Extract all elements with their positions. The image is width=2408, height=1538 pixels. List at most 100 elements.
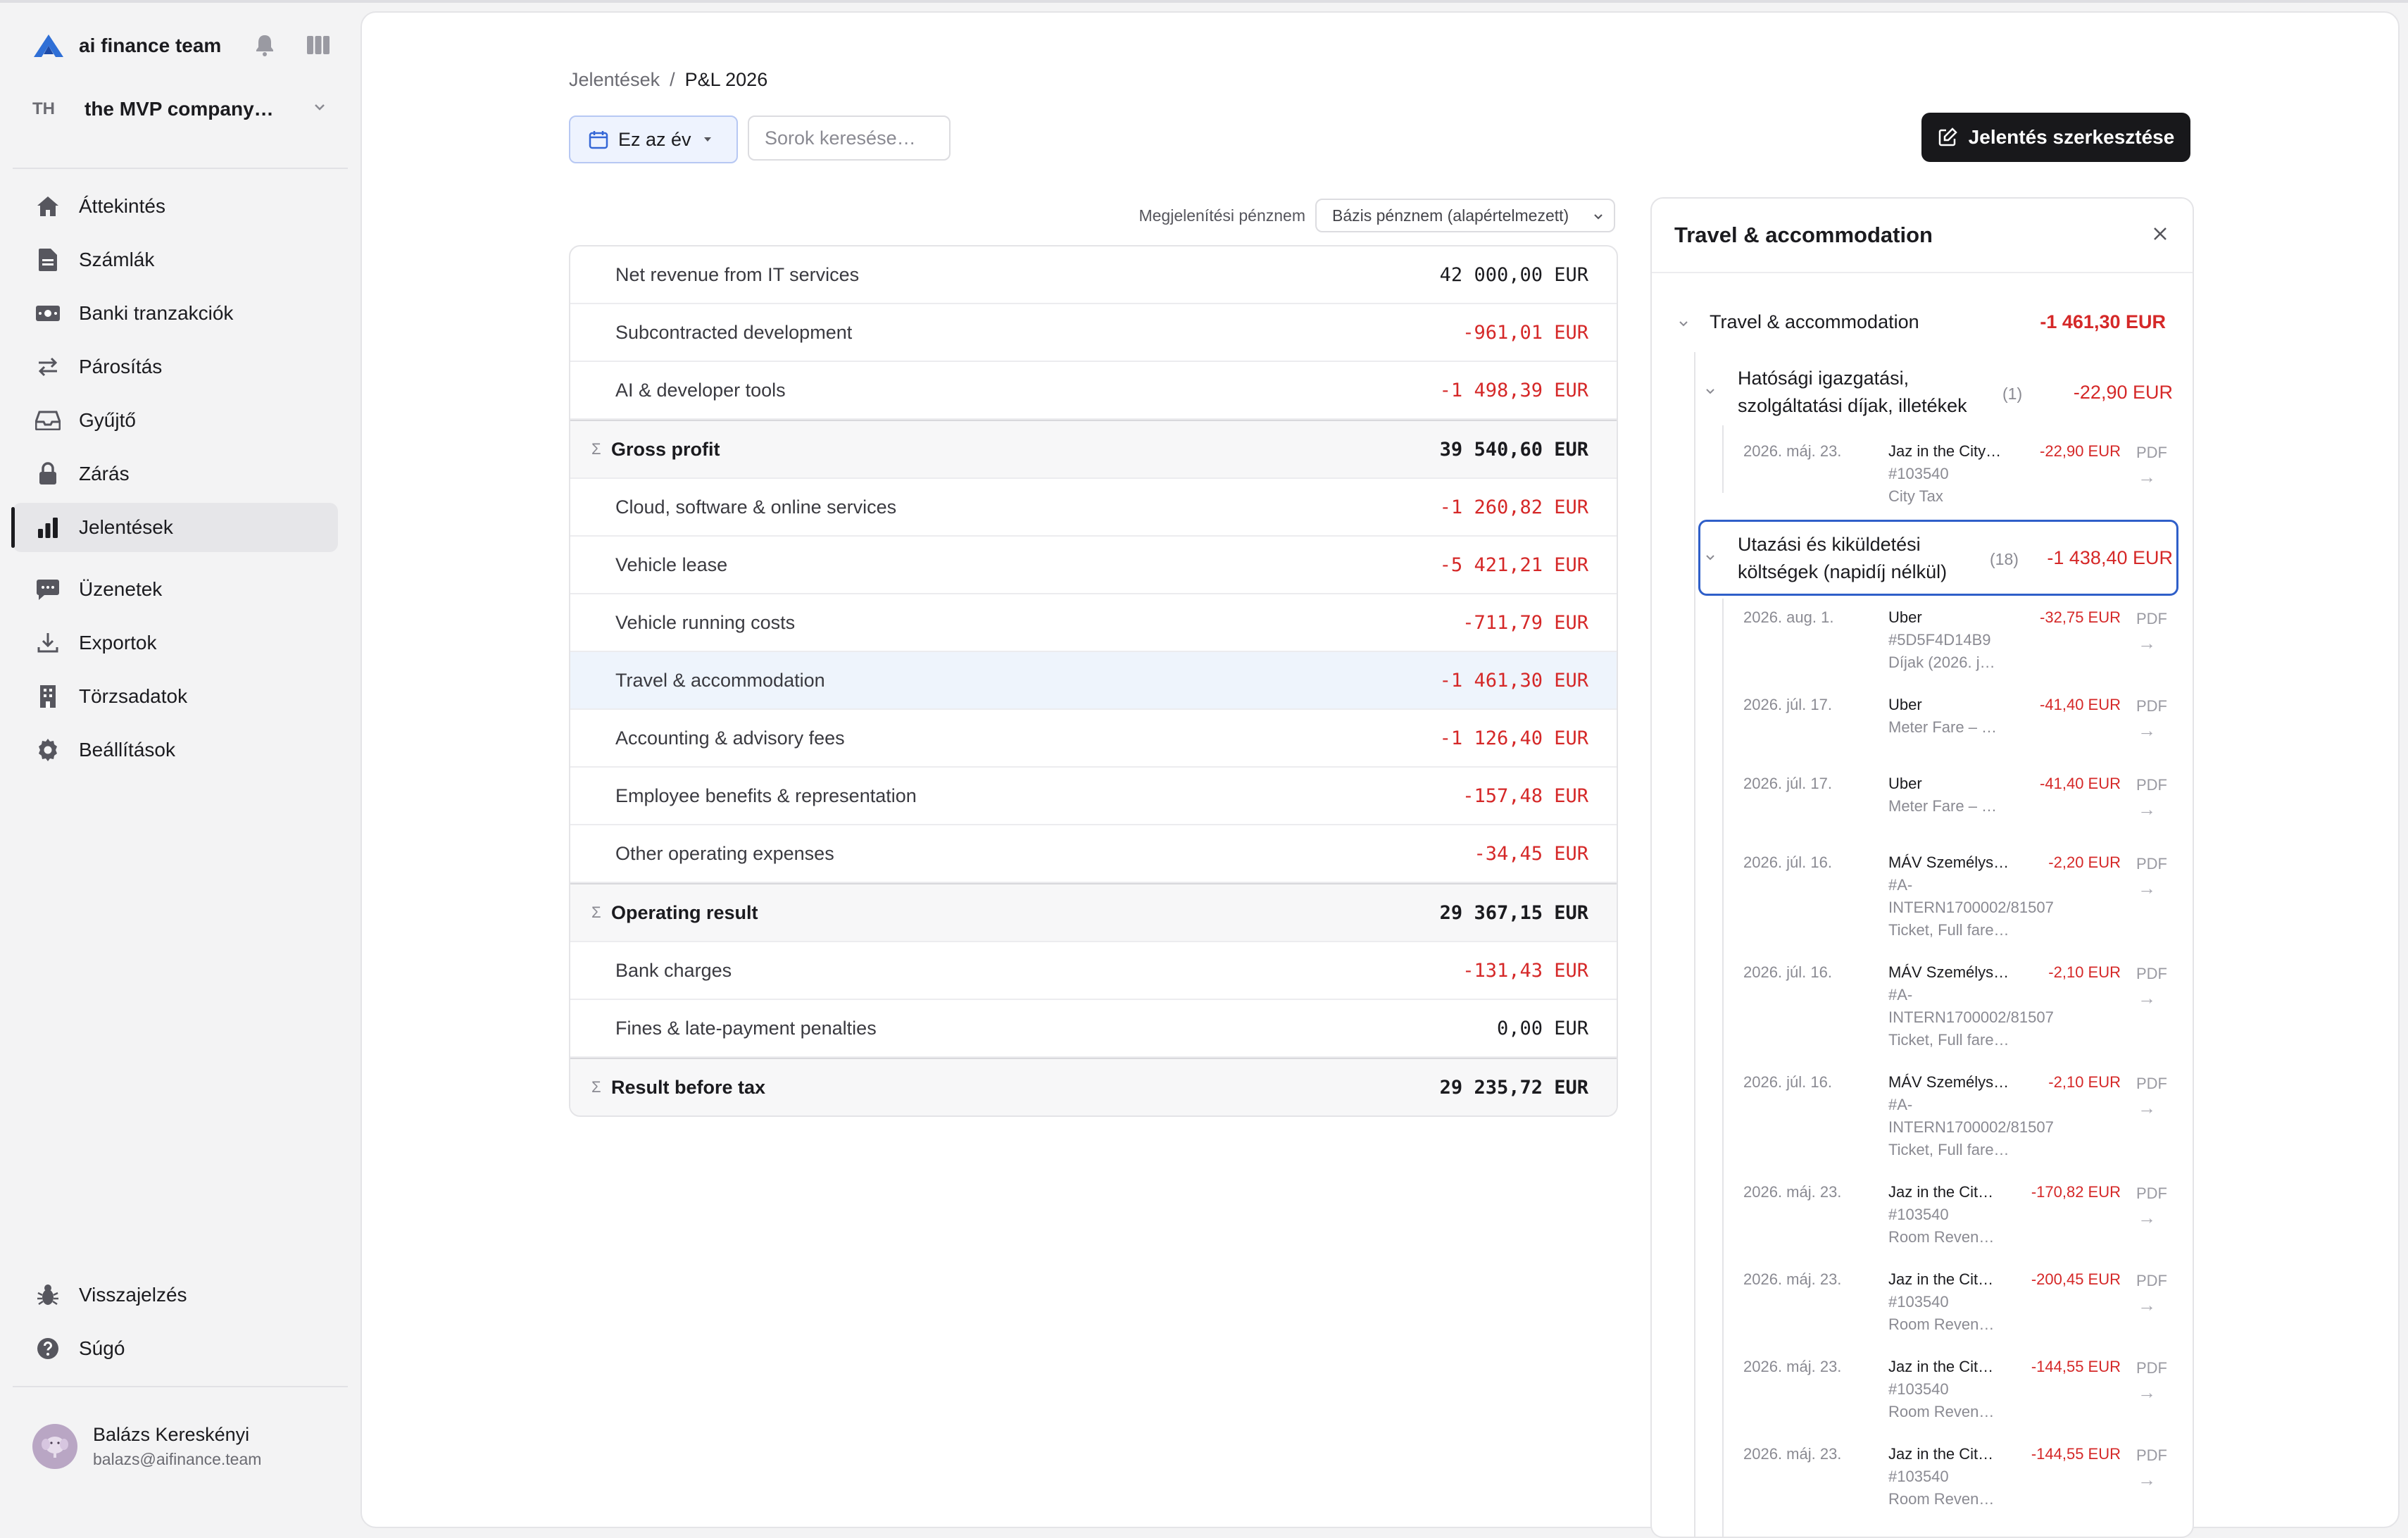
avatar <box>32 1424 77 1469</box>
transaction-detail: Díjak (2026. j… <box>1888 654 1995 671</box>
sigma-icon: Σ <box>591 1078 601 1096</box>
nav-item-zaras[interactable]: Zárás <box>13 449 338 499</box>
pdf-link[interactable]: PDF <box>2136 1359 2167 1377</box>
pl-row[interactable]: Subcontracted development -961,01 EUR <box>570 304 1617 362</box>
nav-item-uzenetek[interactable]: Üzenetek <box>13 565 338 614</box>
pdf-link[interactable]: PDF <box>2136 1446 2167 1465</box>
arrow-right-icon[interactable]: → <box>2138 987 2156 1009</box>
pl-row[interactable]: Fines & late-payment penalties 0,00 EUR <box>570 1000 1617 1058</box>
transaction-row[interactable]: 2026. júl. 17. Uber Meter Fare – … -41,40 E… <box>1652 696 2193 775</box>
pdf-link[interactable]: PDF <box>2136 1184 2167 1203</box>
nav-item-exportok[interactable]: Exportok <box>13 618 338 668</box>
pl-row[interactable]: Net revenue from IT services 42 000,00 EU… <box>570 246 1617 304</box>
pl-row[interactable]: Vehicle running costs -711,79 EUR <box>570 594 1617 652</box>
pdf-link[interactable]: PDF <box>2136 444 2167 462</box>
company-switcher[interactable]: TH the MVP company… <box>32 92 328 127</box>
nav-item-szamlak[interactable]: Számlák <box>13 235 338 285</box>
chevron-down-icon <box>315 104 325 111</box>
transaction-row[interactable]: 2026. máj. 23. Jaz in the Cit… #103540 Room… <box>1652 1270 2193 1358</box>
pl-row[interactable]: Cloud, software & online services -1 260,… <box>570 479 1617 537</box>
transaction-amount: -41,40 EUR <box>2040 696 2121 713</box>
nav-item-beallitasok[interactable]: Beállítások <box>13 725 338 775</box>
arrow-right-icon[interactable]: → <box>2138 877 2156 899</box>
nav-label: Gyűjtő <box>79 409 136 431</box>
building-icon <box>34 682 62 711</box>
arrow-right-icon[interactable]: → <box>2138 1294 2156 1316</box>
transaction-vendor: MÁV Személys… <box>1888 1073 2009 1091</box>
nav-item-banki-tranzakciok[interactable]: Banki tranzakciók <box>13 289 338 338</box>
breadcrumb-parent[interactable]: Jelentések <box>569 69 660 91</box>
transaction-row[interactable]: 2026. máj. 23. Jaz in the Cit… #103540 Room… <box>1652 1183 2193 1270</box>
pl-row[interactable]: Employee benefits & representation -157,4… <box>570 768 1617 825</box>
pdf-link[interactable]: PDF <box>2136 610 2167 628</box>
nav-item-jelentesek[interactable]: Jelentések <box>11 503 338 552</box>
chevron-down-icon[interactable] <box>1704 551 1717 567</box>
chevron-down-icon[interactable] <box>1704 384 1717 401</box>
pdf-link[interactable]: PDF <box>2136 965 2167 983</box>
search-input[interactable] <box>748 115 951 161</box>
transaction-detail: #103540 <box>1888 1206 1949 1223</box>
arrow-right-icon[interactable]: → <box>2138 720 2156 742</box>
pl-row-name: Other operating expenses <box>615 842 834 864</box>
layout-toggle-button[interactable] <box>304 31 332 59</box>
edit-report-button[interactable]: Jelentés szerkesztése <box>1921 113 2190 162</box>
pdf-link[interactable]: PDF <box>2136 855 2167 873</box>
pl-row-name: Operating result <box>611 901 758 923</box>
calendar-icon <box>589 131 608 149</box>
transaction-row[interactable]: 2026. aug. 1. Uber #5D5F4D14B9 Díjak (2026.… <box>1652 608 2193 696</box>
subcategory-count: (18) <box>1990 550 2019 568</box>
pl-total-row[interactable]: Σ Result before tax 29 235,72 EUR <box>570 1058 1617 1115</box>
nav-item-sugo[interactable]: Súgó <box>13 1324 338 1373</box>
nav-item-parositas[interactable]: Párosítás <box>13 342 338 392</box>
nav-item-attekintes[interactable]: Áttekintés <box>13 182 338 231</box>
transaction-row[interactable]: 2026. máj. 23. Jaz in the City… #103540 Cit… <box>1652 442 2193 520</box>
subcategory-name-line2[interactable]: szolgáltatási díjak, illetékek <box>1738 392 1967 420</box>
arrow-right-icon[interactable]: → <box>2138 466 2156 488</box>
arrow-right-icon[interactable]: → <box>2138 1207 2156 1229</box>
pl-row[interactable]: Vehicle lease -5 421,21 EUR <box>570 537 1617 594</box>
nav-item-gyujto[interactable]: Gyűjtő <box>13 396 338 445</box>
nav-item-visszajelzes[interactable]: Visszajelzés <box>13 1270 338 1320</box>
chevron-down-icon[interactable] <box>1677 317 1690 333</box>
arrow-right-icon[interactable]: → <box>2138 1469 2156 1491</box>
transaction-row[interactable]: 2026. júl. 16. MÁV Személys… #A- INTERN1700… <box>1652 854 2193 963</box>
pl-row[interactable]: Accounting & advisory fees -1 126,40 EUR <box>570 710 1617 768</box>
transaction-row[interactable]: 2026. júl. 16. MÁV Személys… #A- INTERN1700… <box>1652 963 2193 1073</box>
transaction-date: 2026. júl. 16. <box>1743 1073 1832 1091</box>
transaction-row[interactable]: 2026. júl. 17. Uber Meter Fare – … -41,40 E… <box>1652 775 2193 854</box>
period-selector[interactable]: Ez az év <box>569 115 738 163</box>
arrow-right-icon[interactable]: → <box>2138 1382 2156 1403</box>
pl-row-amount: -711,79 EUR <box>1462 611 1588 634</box>
transaction-amount: -32,75 EUR <box>2040 608 2121 626</box>
close-icon[interactable] <box>2149 223 2171 245</box>
subcategory-name-line1[interactable]: Utazási és kiküldetési <box>1738 531 1921 558</box>
transaction-row[interactable]: 2026. máj. 23. Jaz in the Cit… #103540 Room… <box>1652 1358 2193 1445</box>
pl-row[interactable]: Travel & accommodation -1 461,30 EUR <box>570 652 1617 710</box>
arrow-right-icon[interactable]: → <box>2138 799 2156 820</box>
pdf-link[interactable]: PDF <box>2136 776 2167 794</box>
pdf-link[interactable]: PDF <box>2136 1075 2167 1093</box>
brand[interactable]: ai finance team <box>32 28 221 63</box>
transaction-amount: -2,10 EUR <box>2048 963 2121 981</box>
category-name[interactable]: Travel & accommodation <box>1710 308 1919 336</box>
notifications-button[interactable] <box>251 31 279 59</box>
pl-total-row[interactable]: Σ Operating result 29 367,15 EUR <box>570 883 1617 942</box>
transaction-row[interactable]: 2026. máj. 23. Jaz in the Cit… #103540 Room… <box>1652 1445 2193 1532</box>
main-nav: Áttekintés Számlák Banki tranzakciók Pár… <box>11 182 338 556</box>
pdf-link[interactable]: PDF <box>2136 697 2167 715</box>
transaction-row[interactable]: 2026. júl. 16. MÁV Személys… #A- INTERN1700… <box>1652 1073 2193 1183</box>
subcategory-name-line1[interactable]: Hatósági igazgatási, <box>1738 365 1909 392</box>
arrow-right-icon[interactable]: → <box>2138 632 2156 654</box>
nav-label: Jelentések <box>79 516 173 538</box>
pdf-link[interactable]: PDF <box>2136 1272 2167 1290</box>
arrow-right-icon[interactable]: → <box>2138 1097 2156 1119</box>
subcategory-name-line2[interactable]: költségek (napidíj nélkül) <box>1738 558 1947 586</box>
transaction-detail: #5D5F4D14B9 <box>1888 631 1991 649</box>
pl-total-row[interactable]: Σ Gross profit 39 540,60 EUR <box>570 420 1617 479</box>
nav-item-torzsadatok[interactable]: Törzsadatok <box>13 672 338 721</box>
currency-select[interactable]: Bázis pénznem (alapértelmezett) <box>1315 199 1615 232</box>
user-profile[interactable]: Balázs Kereskényi balazs@aifinance.team <box>32 1424 261 1469</box>
pl-row[interactable]: Other operating expenses -34,45 EUR <box>570 825 1617 883</box>
pl-row[interactable]: Bank charges -131,43 EUR <box>570 942 1617 1000</box>
pl-row[interactable]: AI & developer tools -1 498,39 EUR <box>570 362 1617 420</box>
